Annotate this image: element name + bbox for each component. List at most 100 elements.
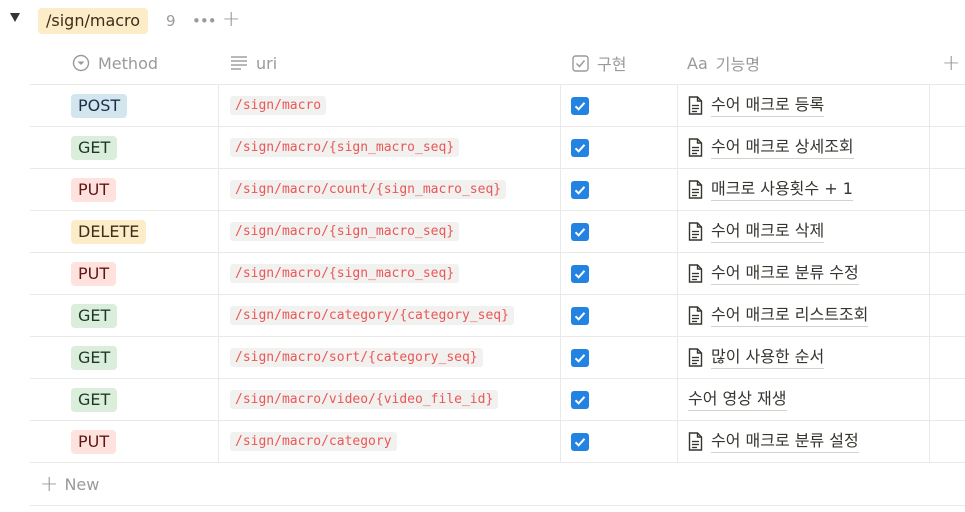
feature-name-link[interactable]: 수어 매크로 리스트조회 xyxy=(688,304,869,327)
table-row[interactable]: DELETE/sign/macro/{sign_macro_seq} 수어 매크로… xyxy=(30,211,965,253)
uri-cell[interactable]: /sign/macro/sort/{category_seq} xyxy=(230,337,483,378)
method-cell[interactable]: GET xyxy=(71,295,118,336)
method-cell[interactable]: POST xyxy=(71,85,128,126)
table-row[interactable]: GET/sign/macro/sort/{category_seq} 많이 사용한… xyxy=(30,337,965,379)
uri-cell[interactable]: /sign/macro/category xyxy=(230,421,397,462)
implemented-checkbox[interactable] xyxy=(571,348,589,367)
group-title[interactable]: /sign/macro xyxy=(38,8,149,34)
document-icon xyxy=(688,96,703,115)
checkbox-icon xyxy=(572,54,589,72)
uri-cell[interactable]: /sign/macro/{sign_macro_seq} xyxy=(230,127,460,168)
new-row-button[interactable]: + New xyxy=(40,463,99,505)
add-item-icon[interactable]: + xyxy=(222,6,240,34)
column-header-feature-name[interactable]: Aa 기능명 xyxy=(687,42,760,84)
method-cell[interactable]: GET xyxy=(71,337,118,378)
check-icon xyxy=(574,269,586,279)
table-row[interactable]: GET/sign/macro/category/{category_seq} 수어… xyxy=(30,295,965,337)
feature-name-text: 수어 매크로 삭제 xyxy=(711,220,825,243)
feature-name-cell[interactable]: 수어 매크로 리스트조회 xyxy=(688,295,869,336)
method-cell[interactable]: PUT xyxy=(71,169,117,210)
implemented-checkbox[interactable] xyxy=(571,138,589,157)
feature-name-link[interactable]: 수어 매크로 상세조회 xyxy=(688,136,854,159)
implemented-checkbox[interactable] xyxy=(571,306,589,325)
check-icon xyxy=(574,101,586,111)
feature-name-link[interactable]: 매크로 사용횟수 + 1 xyxy=(688,178,853,201)
method-cell[interactable]: PUT xyxy=(71,253,117,294)
feature-name-text: 매크로 사용횟수 + 1 xyxy=(711,178,853,201)
method-cell[interactable]: GET xyxy=(71,379,118,420)
implemented-cell xyxy=(571,421,589,462)
add-column-icon[interactable]: + xyxy=(942,42,960,84)
column-header-implemented[interactable]: 구현 xyxy=(572,42,626,84)
new-row[interactable]: + New xyxy=(30,463,965,506)
implemented-cell xyxy=(571,295,589,336)
feature-name-link[interactable]: 수어 매크로 분류 설정 xyxy=(688,430,859,453)
feature-name-cell[interactable]: 수어 매크로 삭제 xyxy=(688,211,825,252)
table-row[interactable]: POST/sign/macro 수어 매크로 등록 xyxy=(30,85,965,127)
more-options-icon[interactable]: ••• xyxy=(192,10,217,32)
check-icon xyxy=(574,143,586,153)
uri-code: /sign/macro/sort/{category_seq} xyxy=(230,348,483,367)
feature-name-text: 수어 매크로 분류 설정 xyxy=(711,430,859,453)
column-label: Method xyxy=(98,53,159,73)
feature-name-link[interactable]: 수어 영상 재생 xyxy=(688,388,787,411)
implemented-checkbox[interactable] xyxy=(571,432,589,451)
group-count: 9 xyxy=(166,12,176,30)
uri-code: /sign/macro/video/{video_file_id} xyxy=(230,390,499,409)
table-row[interactable]: GET/sign/macro/video/{video_file_id} 수어 영… xyxy=(30,379,965,421)
method-cell[interactable]: GET xyxy=(71,127,118,168)
column-header-uri[interactable]: uri xyxy=(230,42,277,84)
feature-name-text: 수어 영상 재생 xyxy=(688,388,787,411)
implemented-checkbox[interactable] xyxy=(571,180,589,199)
uri-cell[interactable]: /sign/macro/count/{sign_macro_seq} xyxy=(230,169,507,210)
title-aa-icon: Aa xyxy=(687,53,708,73)
table-row[interactable]: PUT/sign/macro/{sign_macro_seq} 수어 매크로 분류… xyxy=(30,253,965,295)
feature-name-link[interactable]: 수어 매크로 분류 수정 xyxy=(688,262,859,285)
uri-cell[interactable]: /sign/macro/{sign_macro_seq} xyxy=(230,211,460,252)
implemented-checkbox[interactable] xyxy=(571,222,589,241)
table-row[interactable]: PUT/sign/macro/count/{sign_macro_seq} 매크로… xyxy=(30,169,965,211)
uri-cell[interactable]: /sign/macro xyxy=(230,85,327,126)
implemented-cell xyxy=(571,85,589,126)
feature-name-link[interactable]: 수어 매크로 삭제 xyxy=(688,220,825,243)
column-header-method[interactable]: Method xyxy=(72,42,158,84)
uri-cell[interactable]: /sign/macro/{sign_macro_seq} xyxy=(230,253,460,294)
method-cell[interactable]: DELETE xyxy=(71,211,147,252)
table-row[interactable]: GET/sign/macro/{sign_macro_seq} 수어 매크로 상세… xyxy=(30,127,965,169)
database-table: Method uri 구현 Aa 기능명 + POST/sign/macro 수어… xyxy=(30,42,965,506)
feature-name-link[interactable]: 많이 사용한 순서 xyxy=(688,346,825,369)
feature-name-link[interactable]: 수어 매크로 등록 xyxy=(688,94,825,117)
feature-name-cell[interactable]: 매크로 사용횟수 + 1 xyxy=(688,169,853,210)
implemented-checkbox[interactable] xyxy=(571,264,589,283)
uri-code: /sign/macro/category xyxy=(230,432,397,451)
method-tag: POST xyxy=(71,93,128,118)
feature-name-cell[interactable]: 수어 매크로 분류 수정 xyxy=(688,253,859,294)
feature-name-cell[interactable]: 수어 영상 재생 xyxy=(688,379,787,420)
collapse-caret-icon[interactable] xyxy=(10,13,20,22)
check-icon xyxy=(574,311,586,321)
feature-name-text: 수어 매크로 리스트조회 xyxy=(711,304,869,327)
uri-code: /sign/macro/count/{sign_macro_seq} xyxy=(230,180,507,199)
table-row[interactable]: PUT/sign/macro/category 수어 매크로 분류 설정 xyxy=(30,421,965,463)
uri-cell[interactable]: /sign/macro/video/{video_file_id} xyxy=(230,379,499,420)
feature-name-cell[interactable]: 수어 매크로 분류 설정 xyxy=(688,421,859,462)
method-tag: DELETE xyxy=(71,219,147,244)
implemented-cell xyxy=(571,337,589,378)
feature-name-text: 수어 매크로 분류 수정 xyxy=(711,262,859,285)
method-tag: PUT xyxy=(71,177,117,202)
implemented-cell xyxy=(571,379,589,420)
document-icon xyxy=(688,180,703,199)
method-cell[interactable]: PUT xyxy=(71,421,117,462)
implemented-cell xyxy=(571,253,589,294)
document-icon xyxy=(688,306,703,325)
implemented-cell xyxy=(571,169,589,210)
feature-name-cell[interactable]: 수어 매크로 등록 xyxy=(688,85,825,126)
plus-icon: + xyxy=(40,471,59,497)
implemented-checkbox[interactable] xyxy=(571,96,589,115)
document-icon xyxy=(688,432,703,451)
implemented-checkbox[interactable] xyxy=(571,390,589,409)
feature-name-cell[interactable]: 많이 사용한 순서 xyxy=(688,337,825,378)
feature-name-cell[interactable]: 수어 매크로 상세조회 xyxy=(688,127,854,168)
column-label: 구현 xyxy=(597,55,627,74)
uri-cell[interactable]: /sign/macro/category/{category_seq} xyxy=(230,295,514,336)
